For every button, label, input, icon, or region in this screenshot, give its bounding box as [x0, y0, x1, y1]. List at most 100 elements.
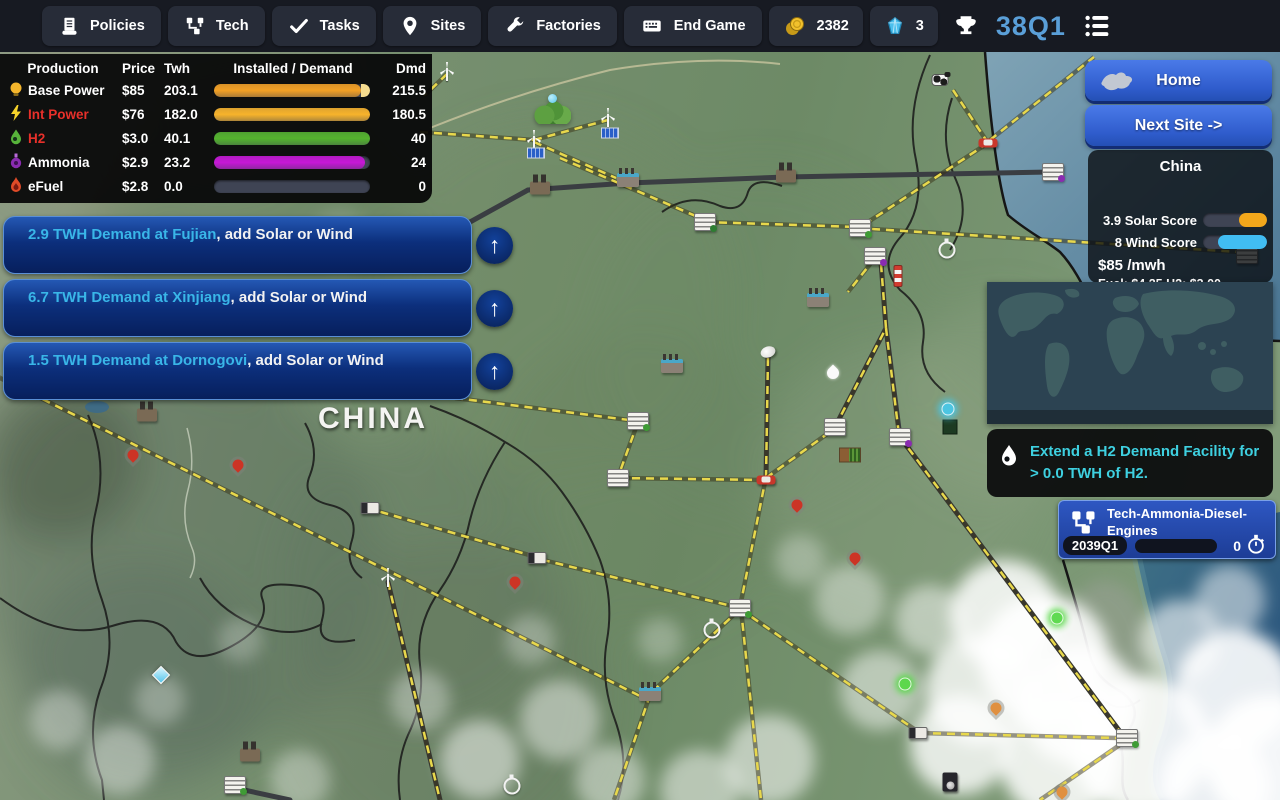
droplet-marker[interactable] — [847, 550, 863, 566]
bulb-marker[interactable] — [1051, 612, 1064, 625]
facility-marker[interactable] — [1042, 163, 1064, 181]
facility-marker[interactable] — [627, 412, 649, 430]
facility-marker[interactable] — [224, 776, 246, 794]
production-header: Production Price Twh Installed / Demand … — [4, 58, 430, 78]
turbine-marker[interactable] — [379, 568, 397, 588]
factories-label: Factories — [536, 18, 600, 34]
factory-marker[interactable] — [639, 687, 661, 701]
task-goto-button[interactable]: ↑ — [476, 290, 513, 327]
game-date: 38Q1 — [996, 11, 1066, 42]
tech-research-panel[interactable]: Tech-Ammonia-Diesel-Engines 2039Q1 0 — [1058, 500, 1276, 559]
facility-marker[interactable] — [607, 469, 629, 487]
droplet-marker[interactable] — [507, 574, 523, 590]
row-twh: 203.1 — [164, 83, 214, 98]
camera-marker[interactable] — [943, 773, 958, 792]
facility-marker[interactable] — [849, 219, 871, 237]
bulb-marker[interactable] — [899, 678, 912, 691]
mountain-marker[interactable] — [533, 100, 571, 124]
coal-marker[interactable] — [137, 409, 157, 422]
coins-chip[interactable]: 2382 — [769, 6, 863, 46]
truck-marker[interactable] — [909, 727, 928, 739]
droplet-marker[interactable] — [789, 497, 805, 513]
row-price: $76 — [122, 107, 164, 122]
car-marker[interactable] — [979, 139, 998, 148]
potion-marker[interactable] — [504, 778, 521, 795]
coal-marker[interactable] — [776, 170, 796, 183]
car-marker[interactable] — [757, 476, 776, 485]
solar-marker[interactable] — [527, 148, 545, 159]
tech-count: 0 — [1233, 538, 1241, 554]
square-marker[interactable] — [943, 420, 958, 435]
row-twh: 0.0 — [164, 179, 214, 194]
task-banner-xinjiang[interactable]: 6.7 TWH Demand at Xinjiang, add Solar or… — [3, 279, 472, 337]
tech-button[interactable]: Tech — [168, 6, 265, 46]
factories-button[interactable]: Factories — [488, 6, 616, 46]
sites-button[interactable]: Sites — [383, 6, 482, 46]
task-goto-button[interactable]: ↑ — [476, 227, 513, 264]
diamond-marker[interactable] — [152, 666, 170, 684]
turbine-marker[interactable] — [438, 62, 456, 82]
task-banner-fujian[interactable]: 2.9 TWH Demand at Fujian, add Solar or W… — [3, 216, 472, 274]
dish-marker[interactable] — [759, 344, 777, 359]
facility-marker[interactable] — [889, 428, 911, 446]
truck-marker[interactable] — [528, 552, 547, 564]
facility-marker[interactable] — [824, 418, 846, 436]
turbine-marker[interactable] — [599, 108, 617, 128]
trophy-icon — [953, 13, 979, 39]
trophy-chip[interactable] — [945, 6, 987, 46]
bulb-marker[interactable] — [942, 403, 955, 416]
solar-score-row: 3.9 Solar Score — [1088, 209, 1273, 231]
task-rest: , add Solar or Wind — [247, 352, 384, 369]
cow-marker[interactable] — [932, 74, 949, 86]
potion-marker[interactable] — [939, 242, 956, 259]
coin-icon — [783, 14, 807, 38]
truck-marker[interactable] — [361, 502, 380, 514]
h2-drop-icon — [7, 128, 25, 149]
task-banner-dornogovi[interactable]: 1.5 TWH Demand at Dornogovi, add Solar o… — [3, 342, 472, 400]
header-twh: Twh — [164, 61, 214, 76]
end-game-button[interactable]: End Game — [624, 6, 762, 46]
home-button[interactable]: Home — [1085, 60, 1272, 101]
fire-marker[interactable] — [825, 365, 842, 382]
row-dmd: 40 — [372, 131, 430, 146]
potion-marker[interactable] — [704, 622, 721, 639]
factory-marker[interactable] — [617, 173, 639, 187]
factories-icon — [504, 15, 526, 37]
flask-icon — [7, 152, 25, 173]
task-goto-button[interactable]: ↑ — [476, 353, 513, 390]
droplet-icon — [997, 443, 1021, 469]
wind-score-label: 8 Wind Score — [1115, 235, 1197, 250]
lighthouse-marker[interactable] — [894, 265, 903, 287]
droplet-marker[interactable] — [125, 447, 141, 463]
facility-marker[interactable] — [1116, 729, 1138, 747]
header-installed-demand: Installed / Demand — [214, 61, 372, 76]
tasks-button[interactable]: Tasks — [272, 6, 376, 46]
next-site-button[interactable]: Next Site -> — [1085, 105, 1272, 146]
next-site-label: Next Site -> — [1135, 117, 1223, 135]
row-dmd: 0 — [372, 179, 430, 194]
droplet-marker[interactable] — [230, 457, 246, 473]
facility-marker[interactable] — [729, 599, 751, 617]
factory-marker[interactable] — [807, 293, 829, 307]
wind-score-row: 8 Wind Score — [1088, 231, 1273, 253]
task-highlight: 1.5 TWH Demand at Dornogovi — [28, 352, 247, 369]
factory-marker[interactable] — [661, 359, 683, 373]
row-twh: 40.1 — [164, 131, 214, 146]
facility-marker[interactable] — [864, 247, 886, 265]
policies-label: Policies — [90, 18, 145, 34]
header-price: Price — [122, 61, 164, 76]
coal-marker[interactable] — [240, 749, 260, 762]
gems-chip[interactable]: 3 — [870, 6, 938, 46]
solar-marker[interactable] — [601, 128, 619, 139]
flame-icon — [7, 176, 25, 197]
menu-button[interactable] — [1079, 8, 1117, 44]
coal-marker[interactable] — [530, 182, 550, 195]
droplet-marker[interactable] — [1054, 784, 1070, 800]
policies-button[interactable]: Policies — [42, 6, 161, 46]
h2-task-note[interactable]: Extend a H2 Demand Facility for > 0.0 TW… — [987, 429, 1273, 497]
facility-marker[interactable] — [694, 213, 716, 231]
droplet-marker[interactable] — [988, 700, 1004, 716]
site-title: China — [1088, 150, 1273, 175]
farm-marker[interactable] — [839, 448, 861, 463]
world-minimap[interactable] — [987, 282, 1273, 424]
